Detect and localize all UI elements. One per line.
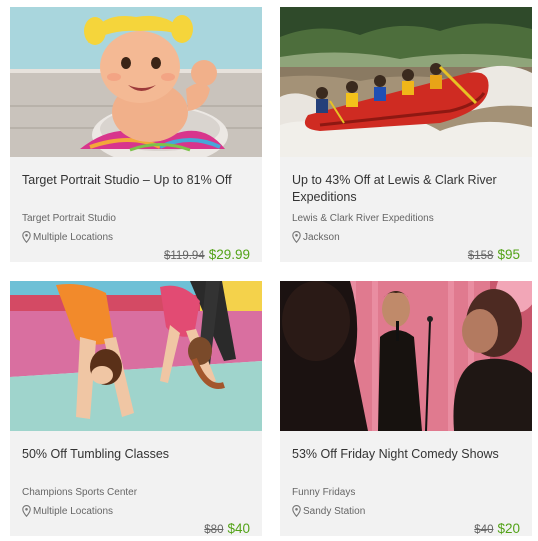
deal-title[interactable]: Target Portrait Studio – Up to 81% Off — [22, 172, 250, 189]
original-price: $119.94 — [163, 250, 205, 262]
deal-location: Jackson — [292, 231, 340, 244]
map-pin-icon — [22, 231, 31, 244]
deal-title[interactable]: 53% Off Friday Night Comedy Shows — [292, 446, 520, 463]
deal-price: $119.94 $29.99 — [164, 247, 250, 262]
deal-photo-baby-portrait[interactable] — [10, 7, 262, 157]
deal-info: 50% Off Tumbling Classes Champions Sport… — [10, 431, 262, 536]
deal-merchant: Target Portrait Studio — [22, 213, 116, 224]
deal-card[interactable]: Up to 43% Off at Lewis & Clark River Exp… — [280, 7, 532, 262]
deal-merchant: Lewis & Clark River Expeditions — [292, 213, 434, 224]
deal-photo-comedy-show[interactable] — [280, 281, 532, 431]
deal-card[interactable]: 50% Off Tumbling Classes Champions Sport… — [10, 281, 262, 536]
deal-location-label: Multiple Locations — [33, 231, 114, 243]
discount-price: $29.99 — [208, 247, 250, 262]
deal-location: Multiple Locations — [22, 505, 114, 518]
discount-price: $95 — [497, 247, 520, 262]
deal-location-label: Sandy Station — [303, 505, 366, 517]
deal-price: $158 $95 — [468, 247, 520, 262]
deal-location: Sandy Station — [292, 505, 366, 518]
discount-price: $20 — [497, 521, 520, 536]
deal-info: Up to 43% Off at Lewis & Clark River Exp… — [280, 157, 532, 262]
deal-location-label: Multiple Locations — [33, 505, 114, 517]
deal-title[interactable]: 50% Off Tumbling Classes — [22, 446, 250, 463]
deal-info: Target Portrait Studio – Up to 81% Off T… — [10, 157, 262, 262]
deal-merchant: Champions Sports Center — [22, 487, 138, 498]
deal-card[interactable]: 53% Off Friday Night Comedy Shows Funny … — [280, 281, 532, 536]
deal-merchant: Funny Fridays — [292, 487, 356, 498]
deal-card[interactable]: Target Portrait Studio – Up to 81% Off T… — [10, 7, 262, 262]
original-price: $40 — [474, 524, 494, 536]
deal-photo-river-rafting[interactable] — [280, 7, 532, 157]
map-pin-icon — [22, 505, 31, 518]
deal-info: 53% Off Friday Night Comedy Shows Funny … — [280, 431, 532, 536]
map-pin-icon — [292, 505, 301, 518]
deal-price: $40 $20 — [474, 521, 520, 536]
deal-location: Multiple Locations — [22, 231, 114, 244]
deal-photo-tumbling[interactable] — [10, 281, 262, 431]
deals-grid: Target Portrait Studio – Up to 81% Off T… — [0, 0, 538, 541]
deal-title[interactable]: Up to 43% Off at Lewis & Clark River Exp… — [292, 172, 520, 206]
original-price: $80 — [204, 524, 224, 536]
discount-price: $40 — [227, 521, 250, 536]
original-price: $158 — [467, 250, 494, 262]
deal-price: $80 $40 — [204, 521, 250, 536]
map-pin-icon — [292, 231, 301, 244]
deal-location-label: Jackson — [303, 231, 340, 243]
